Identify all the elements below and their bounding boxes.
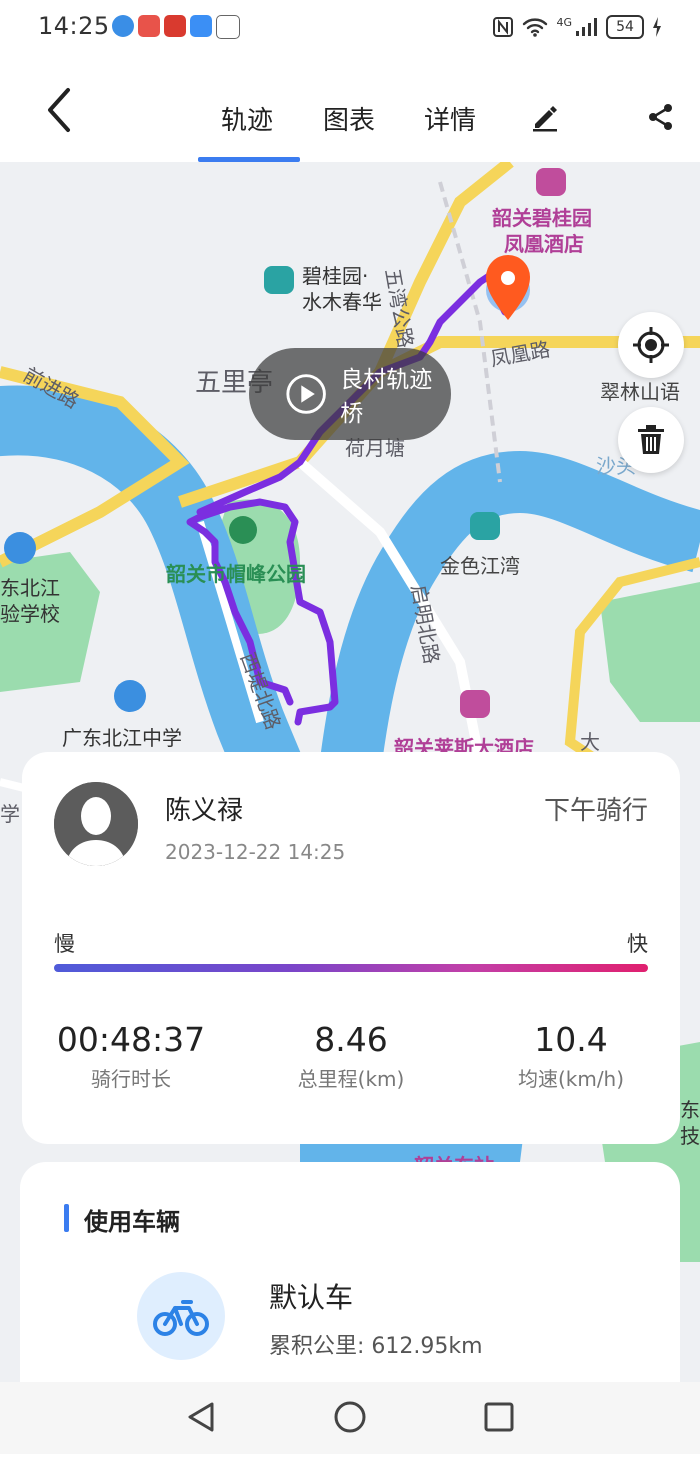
share-icon	[649, 104, 672, 130]
wifi-icon	[523, 18, 548, 37]
map-label-school-2: 广东北江中学	[62, 726, 182, 750]
end-marker	[486, 255, 530, 320]
ride-type: 下午骑行	[543, 796, 648, 826]
ride-summary-card: 陈义禄 2023-12-22 14:25 下午骑行 慢 快 00:48:37 骑…	[22, 752, 680, 1144]
map-label-park: 韶关市帽峰公园	[166, 562, 306, 586]
playback-label: 良村轨迹桥	[340, 367, 433, 427]
map-label-jinse: 金色江湾	[440, 554, 520, 578]
bike-mileage: 累积公里: 612.95km	[269, 1334, 483, 1359]
residential-icon	[264, 266, 294, 294]
system-nav-bar	[0, 1382, 700, 1454]
map-label-cuilin: 翠林山语	[600, 380, 680, 404]
school-icon-2	[114, 680, 146, 712]
pencil-icon	[533, 106, 557, 132]
locate-button[interactable]	[618, 312, 684, 378]
user-name: 陈义禄	[165, 796, 244, 826]
park-icon	[229, 516, 257, 544]
avatar[interactable]	[54, 782, 138, 866]
charging-icon	[653, 17, 661, 37]
network-type: 4G	[556, 15, 572, 29]
bike-avatar[interactable]	[137, 1272, 225, 1360]
vehicle-section-title: 使用车辆	[84, 1208, 180, 1236]
weather-app-icon	[190, 15, 212, 37]
play-icon	[286, 374, 326, 414]
status-indicators: 4G 54	[492, 14, 662, 40]
map-label-school-1b: 验学校	[0, 602, 60, 626]
map-label-poi-2b: 水木春华	[302, 290, 382, 314]
map-label-poi-1b: 凤凰酒店	[504, 232, 584, 256]
share-button[interactable]	[646, 102, 676, 132]
ride-date: 2023-12-22 14:25	[165, 840, 346, 864]
playback-button[interactable]: 良村轨迹桥	[249, 348, 451, 440]
tab-track[interactable]: 轨迹	[221, 100, 273, 137]
edit-button[interactable]	[530, 102, 560, 132]
status-bar: 14:25 4G 54	[0, 0, 700, 56]
tab-details[interactable]: 详情	[424, 100, 476, 137]
bicycle-icon	[153, 1300, 209, 1336]
stat-avg-speed: 10.4 均速(km/h)	[476, 1020, 666, 1092]
nav-home-button[interactable]	[333, 1400, 367, 1434]
speed-slow-label: 慢	[54, 932, 75, 956]
green-area-east	[600, 582, 700, 722]
nfc-icon	[493, 17, 514, 37]
speed-fast-label: 快	[627, 932, 648, 956]
gift-app-icon	[164, 15, 186, 37]
trash-icon	[638, 425, 664, 454]
delete-button[interactable]	[618, 407, 684, 473]
stat-duration-value: 00:48:37	[56, 1020, 206, 1059]
map-label-ji: 技	[680, 1124, 700, 1148]
stat-distance-value: 8.46	[314, 1020, 388, 1059]
map-label-poi-1: 韶关碧桂园	[492, 206, 592, 230]
map-label-da: 大	[580, 730, 600, 754]
battery-level: 54	[606, 15, 644, 39]
ride-life-app-icon	[216, 15, 240, 39]
map-label-dong: 东	[680, 1098, 700, 1122]
hotel-icon-2	[460, 690, 490, 718]
square-recents-icon	[484, 1402, 514, 1432]
signal-icon	[576, 18, 597, 36]
user-silhouette-icon	[54, 782, 138, 866]
status-time: 14:25	[38, 12, 110, 40]
back-button[interactable]	[40, 84, 80, 136]
school-icon-1	[4, 532, 36, 564]
section-accent-bar	[64, 1204, 69, 1232]
speed-gradient-bar	[54, 964, 648, 972]
residential-icon-2	[470, 512, 500, 540]
header: 轨迹 图表 详情	[0, 56, 700, 162]
nav-back-button[interactable]	[184, 1400, 218, 1434]
huawei-app-icon	[138, 15, 160, 37]
chevron-left-icon	[48, 88, 70, 132]
stat-avg-speed-value: 10.4	[534, 1020, 608, 1059]
stat-avg-speed-label: 均速(km/h)	[517, 1067, 625, 1091]
nav-recents-button[interactable]	[482, 1400, 516, 1434]
compass-app-icon	[112, 15, 134, 37]
stat-duration: 00:48:37 骑行时长	[36, 1020, 226, 1092]
stat-duration-label: 骑行时长	[91, 1067, 171, 1091]
map-label-poi-2a: 碧桂园·	[302, 264, 369, 288]
map-label-school-1a: 东北江	[0, 576, 60, 600]
triangle-back-icon	[188, 1402, 214, 1432]
hotel-icon-1	[536, 168, 566, 196]
stat-distance: 8.46 总里程(km)	[256, 1020, 446, 1092]
map-label-xue: 学	[0, 802, 20, 826]
tab-chart[interactable]: 图表	[323, 100, 375, 137]
circle-home-icon	[334, 1401, 366, 1433]
bike-name: 默认车	[269, 1281, 354, 1314]
crosshair-icon	[633, 327, 669, 363]
stat-distance-label: 总里程(km)	[297, 1067, 405, 1091]
